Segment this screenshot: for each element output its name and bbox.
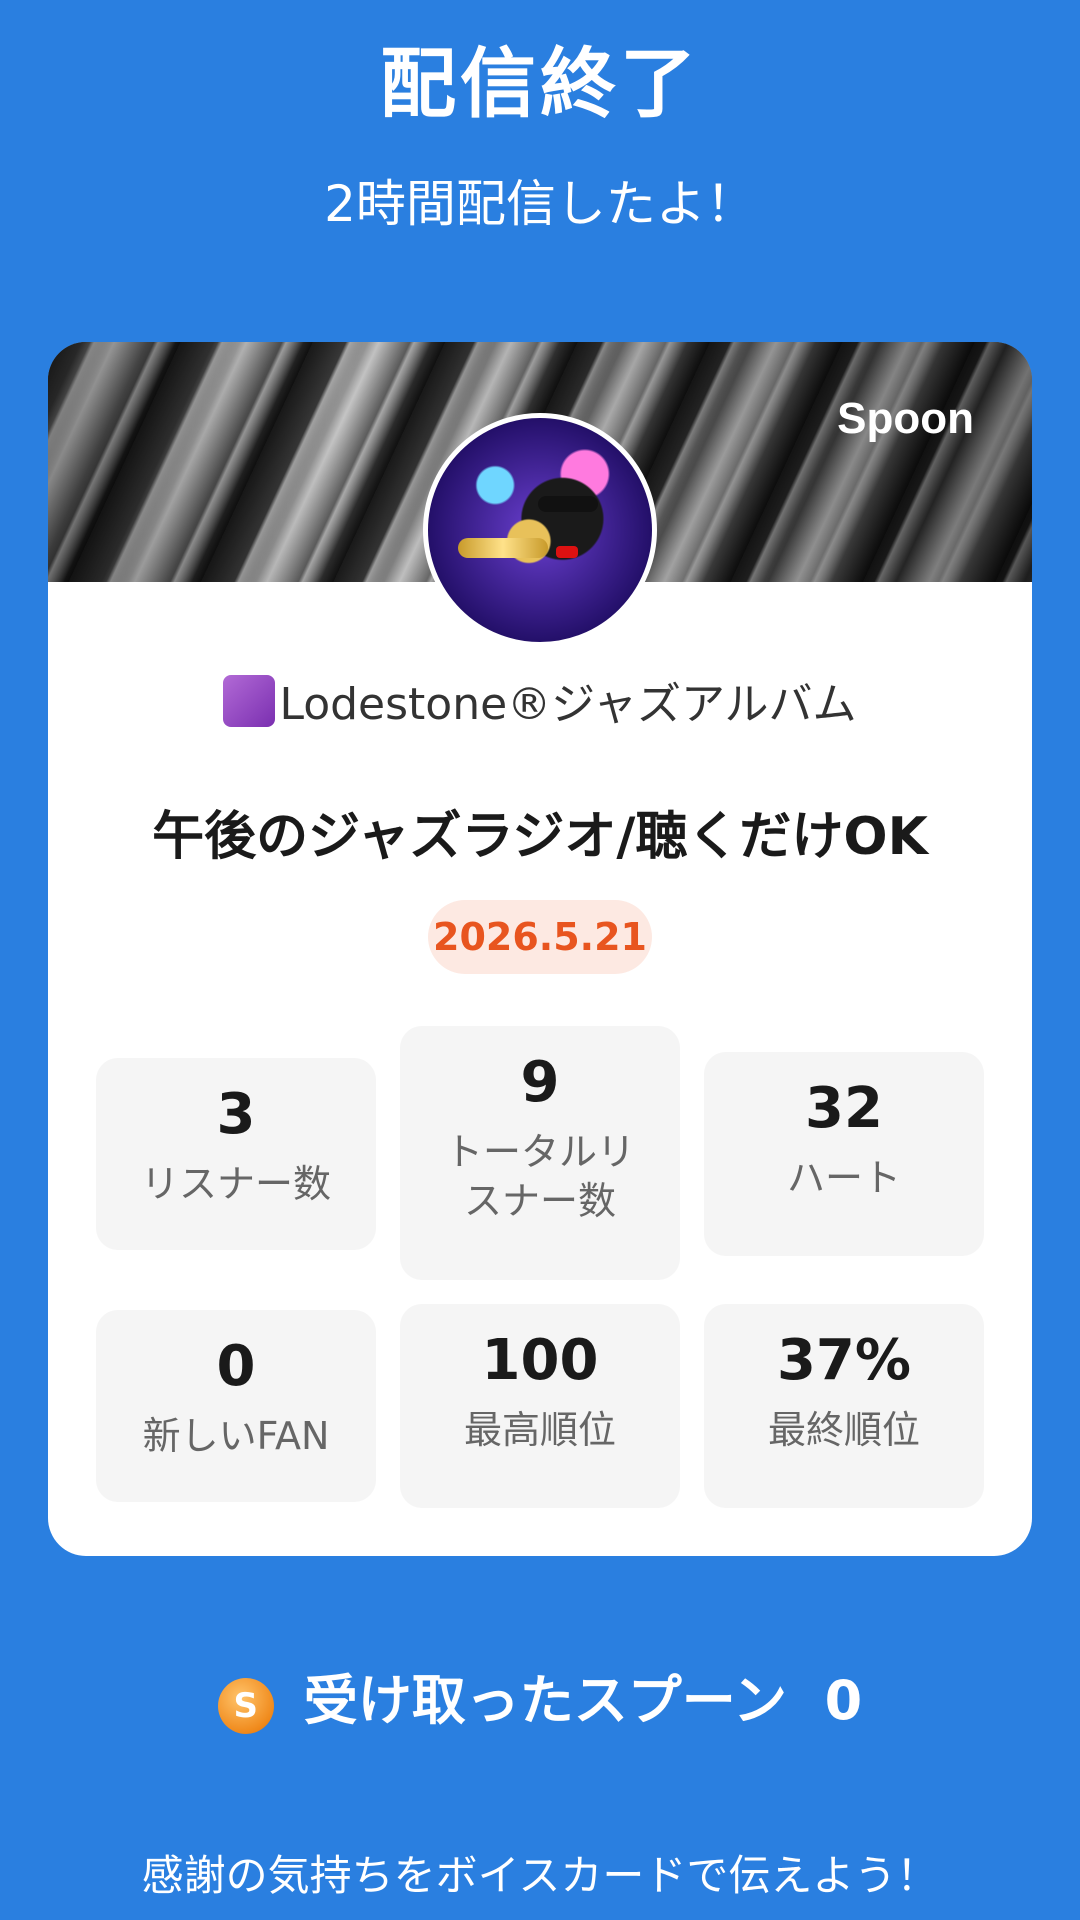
stat-value: 3	[216, 1082, 256, 1147]
stat-new-fans: 0 新しいFAN	[96, 1310, 376, 1502]
stat-best-rank: 100 最高順位	[400, 1304, 680, 1508]
received-spoons-label: 受け取ったスプーン	[303, 1669, 788, 1732]
live-summary-card: Spoon Lodestone®ジャズアルバム 午後のジャズラジオ/聴くだけOK…	[48, 342, 1032, 1556]
stat-label: 最終順位	[767, 1407, 920, 1452]
stat-label: リスナー数	[140, 1161, 331, 1206]
stat-hearts: 32 ハート	[704, 1052, 984, 1256]
avatar[interactable]	[423, 413, 657, 647]
stat-label: ハート	[786, 1155, 901, 1200]
stat-value: 37%	[776, 1328, 912, 1393]
spoon-coin-icon: S	[217, 1678, 274, 1734]
channel-name: Lodestone®ジャズアルバム	[279, 679, 857, 730]
stat-final-rank: 37% 最終順位	[704, 1304, 984, 1508]
voice-card-prompt[interactable]: 感謝の気持ちをボイスカードで伝えよう！	[0, 1842, 1080, 1903]
channel-name-row: Lodestone®ジャズアルバム	[48, 668, 1032, 732]
live-title: 午後のジャズラジオ/聴くだけOK	[152, 807, 928, 867]
purple-square-icon	[223, 675, 276, 727]
page-title: 配信終了	[380, 39, 700, 128]
received-spoons-row: S 受け取ったスプーン 0	[0, 1656, 1080, 1735]
avatar-bowtie-detail	[556, 546, 578, 558]
stat-label: 新しいFAN	[142, 1413, 330, 1458]
stat-value: 9	[520, 1050, 560, 1115]
stat-label: 最高順位	[463, 1407, 616, 1452]
stat-value: 32	[805, 1076, 883, 1141]
stat-value: 100	[481, 1328, 599, 1393]
stat-label: トータルリスナー数	[444, 1129, 635, 1223]
duration-subtitle: 2時間配信したよ！	[324, 175, 756, 233]
date-badge: 2026.5.21	[428, 900, 652, 974]
avatar-glasses-detail	[538, 496, 598, 512]
received-spoons-count: 0	[824, 1669, 863, 1732]
brand-logo: Spoon	[837, 394, 974, 443]
stat-value: 0	[216, 1334, 256, 1399]
avatar-trumpet-detail	[458, 538, 548, 558]
stat-listeners: 3 リスナー数	[96, 1058, 376, 1250]
stat-total-listeners: 9 トータルリスナー数	[400, 1026, 680, 1280]
